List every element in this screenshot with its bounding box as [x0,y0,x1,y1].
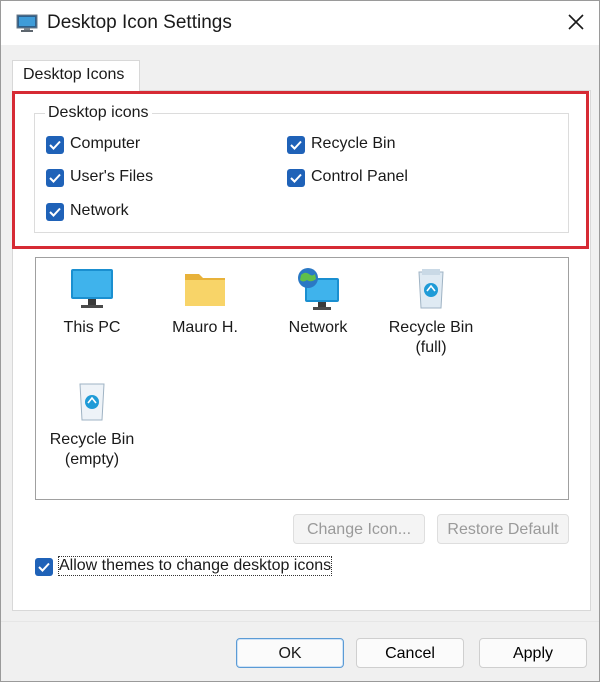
checkbox-label: Allow themes to change desktop icons [57,556,333,576]
recycle-bin-checkbox[interactable]: Recycle Bin [287,135,407,156]
checkbox-box [35,558,53,576]
list-item-recycle-bin-empty[interactable]: Recycle Bin (empty) [37,378,147,470]
apply-button[interactable]: Apply [479,638,587,668]
checkmark-icon [49,207,61,217]
tab-label: Desktop Icons [23,66,125,83]
restore-default-button[interactable]: Restore Default [437,514,569,544]
network-icon [298,268,339,310]
window-title: Desktop Icon Settings [47,12,232,33]
checkbox-box [46,136,64,154]
checkbox-label: Control Panel [311,168,408,185]
checkmark-icon [38,562,50,572]
list-item-this-pc[interactable]: This PC [37,266,147,338]
checkmark-icon [290,140,302,150]
users-files-checkbox[interactable]: User's Files [46,168,166,189]
checkbox-label: Recycle Bin [311,135,396,152]
checkbox-box [287,136,305,154]
groupbox-label: Desktop icons [45,104,152,122]
icon-caption: Mauro H. [172,319,238,336]
icon-caption: This PC [63,319,121,336]
icon-list-view[interactable]: This PC Mauro H. Network Recycle Bin (fu… [35,257,569,500]
icon-caption: Recycle Bin [388,319,474,336]
checkbox-box [46,169,64,187]
ok-button[interactable]: OK [236,638,344,668]
dialog-window: Desktop Icon Settings Desktop Icons Desk… [0,0,600,682]
change-icon-button[interactable]: Change Icon... [293,514,425,544]
icon-caption: Network [288,319,348,336]
computer-checkbox[interactable]: Computer [46,135,156,156]
settings-monitor-icon [16,14,38,32]
recycle-bin-empty-icon [79,383,105,421]
control-panel-checkbox[interactable]: Control Panel [287,168,417,189]
checkmark-icon [290,173,302,183]
checkbox-box [46,203,64,221]
close-button[interactable] [553,1,599,45]
monitor-icon [71,269,113,308]
tab-desktop-icons[interactable]: Desktop Icons [12,60,140,92]
allow-themes-checkbox[interactable]: Allow themes to change desktop icons [35,556,335,578]
list-item-user-folder[interactable]: Mauro H. [150,266,260,338]
list-item-recycle-bin-full[interactable]: Recycle Bin (full) [376,266,486,358]
icon-caption-state: (full) [415,339,447,356]
checkbox-label: Network [70,202,129,219]
checkbox-label: Computer [70,135,141,152]
network-checkbox[interactable]: Network [46,202,146,223]
checkmark-icon [49,173,61,183]
list-item-network[interactable]: Network [263,266,373,338]
icon-caption-state: (empty) [64,451,120,468]
footer-divider [1,621,599,622]
checkbox-box [287,169,305,187]
cancel-button[interactable]: Cancel [356,638,464,668]
checkbox-label: User's Files [70,168,154,185]
title-bar: Desktop Icon Settings [1,1,599,45]
recycle-bin-full-icon [418,269,444,309]
checkmark-icon [49,140,61,150]
folder-icon [185,274,225,306]
close-icon [568,14,584,30]
icon-caption: Recycle Bin [49,431,135,448]
